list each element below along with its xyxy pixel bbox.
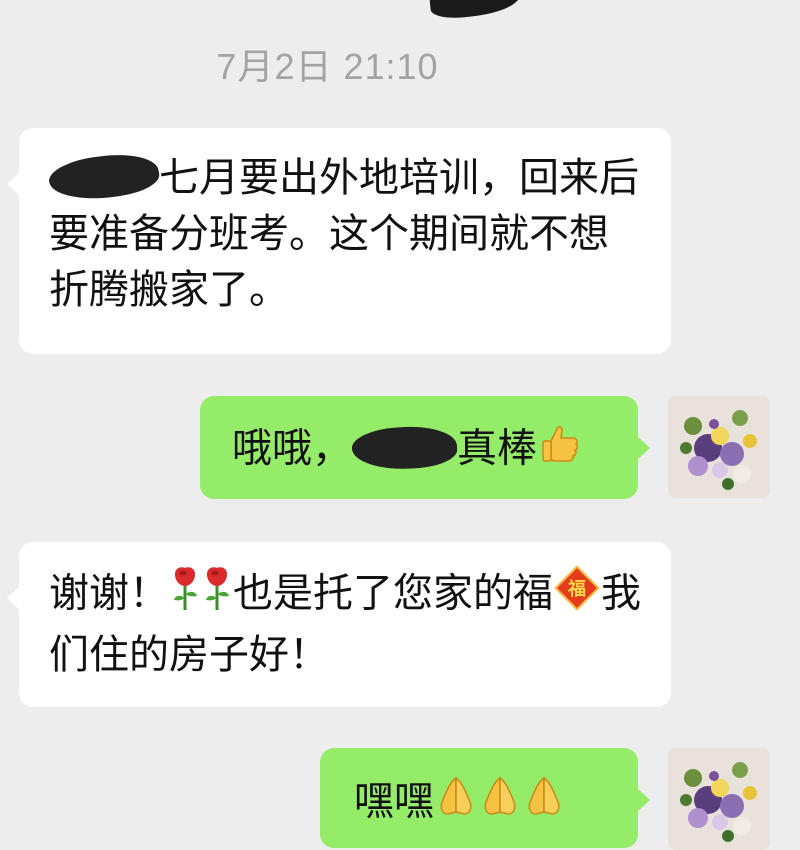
message-text: 哦哦， <box>232 425 352 472</box>
message-text: 真棒 <box>457 425 537 472</box>
message-text: 嘿嘿 <box>354 778 434 825</box>
message-timestamp: 7月2日 21:10 <box>216 46 439 87</box>
cropped-element <box>428 0 522 21</box>
pray-hands-icon <box>434 772 478 835</box>
message-text: 谢谢！ <box>49 570 169 617</box>
pray-hands-icon <box>522 772 566 835</box>
incoming-message-bubble[interactable]: 七月要出外地培训，回来后要准备分班考。这个期间就不想折腾搬家了。 <box>7 128 671 354</box>
pray-hands-icon <box>478 772 522 835</box>
chat-view: 7月2日 21:10 七月要出外地培训，回来后要准备分班考。这个期间就不想折腾搬… <box>0 0 800 850</box>
rose-icon <box>201 564 233 627</box>
outgoing-message-bubble[interactable]: 嘿嘿 <box>320 748 650 848</box>
message-text: 也是托了您家的福 <box>233 570 553 617</box>
svg-text:福: 福 <box>567 578 586 600</box>
flower-bouquet-avatar <box>668 396 770 498</box>
fu-character-icon: 福 <box>553 564 601 627</box>
incoming-message-bubble[interactable]: 谢谢！ 也是托了您家的福 福 我们住的房子好！ <box>7 542 671 707</box>
thumbs-up-icon <box>537 419 585 482</box>
rose-icon <box>169 564 201 627</box>
outgoing-message-bubble[interactable]: 哦哦， 真棒 <box>200 396 650 499</box>
redacted-name <box>46 148 162 206</box>
user-avatar[interactable] <box>668 748 770 850</box>
flower-bouquet-avatar <box>668 748 770 850</box>
redacted-name <box>350 422 459 473</box>
user-avatar[interactable] <box>668 396 770 498</box>
